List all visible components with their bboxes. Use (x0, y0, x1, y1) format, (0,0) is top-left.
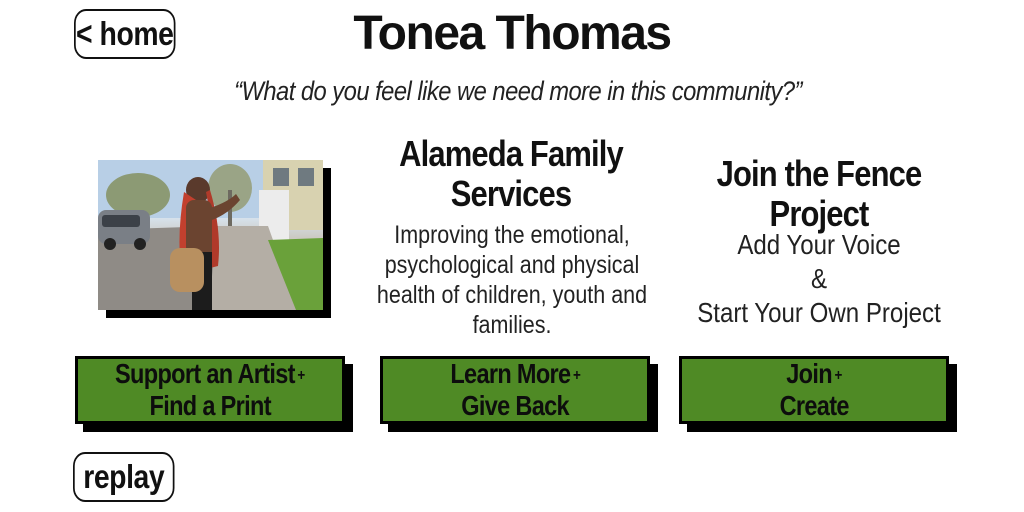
artist-photo (98, 160, 331, 318)
add-voice-text: Add Your Voice (737, 229, 901, 260)
button-line1: Support an Artist (115, 358, 296, 390)
plus-sign: + (572, 366, 581, 384)
interview-question: “What do you feel like we need more in t… (234, 76, 802, 106)
join-create-action: Join + Create (679, 356, 957, 432)
replay-button[interactable]: replay (73, 452, 175, 502)
fence-project-title: Join the Fence Project (716, 153, 923, 234)
street-photo (98, 160, 323, 310)
plus-sign: + (297, 366, 306, 384)
join-create-button[interactable]: Join + Create (679, 356, 949, 424)
button-line2: Create (779, 389, 849, 421)
button-line1: Learn More (450, 358, 571, 390)
street-photo-illustration (98, 160, 323, 310)
support-artist-button[interactable]: Support an Artist + Find a Print (75, 356, 345, 424)
ampersand-text: & (810, 263, 828, 294)
learn-more-action: Learn More + Give Back (380, 356, 658, 432)
button-line2: Give Back (461, 389, 569, 421)
start-project-text: Start Your Own Project (697, 297, 941, 328)
plus-sign: + (834, 366, 843, 384)
afs-title: Alameda Family Services (399, 133, 624, 214)
learn-more-button[interactable]: Learn More + Give Back (380, 356, 650, 424)
afs-description: Improving the emotional, psychological a… (376, 221, 648, 339)
page-title: Tonea Thomas (353, 7, 672, 60)
button-line2: Find a Print (149, 389, 271, 421)
fence-project-description: Add Your Voice & Start Your Own Project (682, 228, 955, 330)
button-line1: Join (786, 358, 832, 390)
support-artist-action: Support an Artist + Find a Print (75, 356, 353, 432)
